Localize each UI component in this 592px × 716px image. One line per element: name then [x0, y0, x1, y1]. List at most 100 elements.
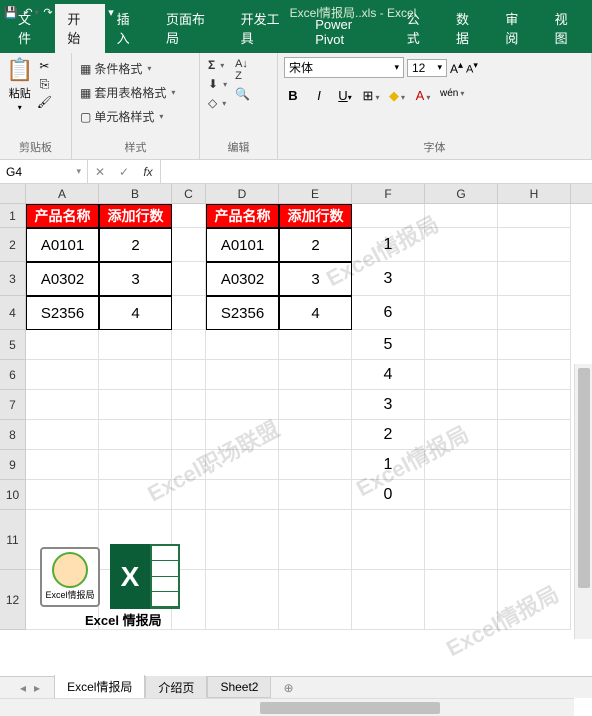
cell[interactable] — [425, 510, 498, 570]
cell[interactable] — [425, 228, 498, 262]
cell[interactable]: S2356 — [26, 296, 99, 330]
cell[interactable] — [498, 204, 571, 228]
cell[interactable]: 4 — [279, 296, 352, 330]
col-header[interactable]: H — [498, 184, 571, 203]
row-header[interactable]: 10 — [0, 480, 25, 510]
horizontal-scrollbar[interactable] — [0, 698, 574, 716]
cell[interactable]: 3 — [352, 390, 425, 420]
row-header[interactable]: 7 — [0, 390, 25, 420]
conditional-format-button[interactable]: ▦条件格式 — [78, 59, 153, 78]
row-header[interactable]: 4 — [0, 296, 25, 330]
cell[interactable] — [26, 360, 99, 390]
cell[interactable] — [279, 390, 352, 420]
cell[interactable] — [26, 420, 99, 450]
cell[interactable] — [498, 570, 571, 630]
cell[interactable]: S2356 — [206, 296, 279, 330]
cell[interactable] — [498, 420, 571, 450]
cell[interactable] — [279, 450, 352, 480]
cell[interactable] — [279, 570, 352, 630]
cell[interactable] — [352, 510, 425, 570]
cell[interactable] — [498, 480, 571, 510]
cell[interactable] — [498, 360, 571, 390]
row-header[interactable]: 6 — [0, 360, 25, 390]
cell[interactable] — [172, 296, 206, 330]
fx-icon[interactable]: fx — [136, 165, 160, 179]
phonetic-button[interactable]: wén — [440, 88, 458, 104]
cell[interactable]: 2 — [279, 228, 352, 262]
sheet-nav-first-icon[interactable]: ◂ — [20, 681, 26, 695]
sheet-tab[interactable]: Sheet2 — [207, 677, 271, 698]
tab-formula[interactable]: 公式 — [395, 4, 444, 53]
col-header[interactable]: C — [172, 184, 206, 203]
cell[interactable]: A0101 — [26, 228, 99, 262]
row-header[interactable]: 8 — [0, 420, 25, 450]
cut-icon[interactable]: ✂ — [37, 59, 51, 73]
cell[interactable]: 产品名称 — [26, 204, 99, 228]
cell[interactable] — [425, 204, 498, 228]
cell[interactable]: 添加行数 — [279, 204, 352, 228]
autosum-button[interactable]: Σ — [206, 57, 229, 73]
cell[interactable] — [425, 360, 498, 390]
sort-filter-button[interactable]: A↓Z — [233, 57, 252, 83]
paste-button[interactable]: 📋 粘贴 ▾ — [6, 57, 33, 112]
copy-icon[interactable]: ⎘ — [37, 77, 51, 91]
cell[interactable] — [498, 330, 571, 360]
cell[interactable] — [172, 480, 206, 510]
bold-button[interactable]: B — [284, 88, 302, 104]
tab-review[interactable]: 审阅 — [493, 4, 542, 53]
cell[interactable] — [99, 330, 172, 360]
cell[interactable] — [99, 420, 172, 450]
enter-icon[interactable]: ✓ — [112, 165, 136, 179]
sheet-tab[interactable]: 介绍页 — [145, 676, 207, 700]
cell[interactable] — [425, 570, 498, 630]
clear-button[interactable]: ◇ — [206, 95, 229, 111]
sheet-tab[interactable]: Excel情报局 — [54, 675, 145, 700]
cell[interactable] — [206, 480, 279, 510]
col-header[interactable]: A — [26, 184, 99, 203]
formula-input[interactable] — [161, 160, 592, 183]
cell[interactable] — [352, 204, 425, 228]
cell[interactable] — [99, 450, 172, 480]
tab-view[interactable]: 视图 — [543, 4, 592, 53]
row-header[interactable]: 11 — [0, 510, 25, 570]
name-box[interactable]: G4▾ — [0, 160, 88, 183]
cell[interactable]: 2 — [352, 420, 425, 450]
font-color-button[interactable]: A — [414, 88, 432, 104]
cell[interactable] — [425, 390, 498, 420]
cell[interactable] — [279, 510, 352, 570]
cell[interactable]: 3 — [279, 262, 352, 296]
cell[interactable] — [172, 420, 206, 450]
cell[interactable] — [425, 262, 498, 296]
font-name-select[interactable]: 宋体▾ — [284, 57, 404, 78]
cell[interactable] — [279, 480, 352, 510]
format-painter-icon[interactable]: 🖌 — [37, 95, 51, 109]
cell[interactable] — [352, 570, 425, 630]
row-header[interactable]: 1 — [0, 204, 25, 228]
cell[interactable] — [26, 390, 99, 420]
tab-home[interactable]: 开始 — [55, 4, 104, 53]
cell[interactable]: 0 — [352, 480, 425, 510]
cell[interactable]: 3 — [99, 262, 172, 296]
cell[interactable] — [99, 390, 172, 420]
cell[interactable] — [99, 480, 172, 510]
cell[interactable] — [498, 450, 571, 480]
cell[interactable] — [498, 262, 571, 296]
cell[interactable] — [279, 330, 352, 360]
cell[interactable]: 5 — [352, 330, 425, 360]
cell[interactable] — [172, 262, 206, 296]
cell[interactable]: 产品名称 — [206, 204, 279, 228]
table-format-button[interactable]: ▦套用表格格式 — [78, 83, 177, 102]
cell[interactable] — [206, 420, 279, 450]
cell[interactable] — [172, 204, 206, 228]
row-header[interactable]: 5 — [0, 330, 25, 360]
tab-file[interactable]: 文件 — [6, 4, 55, 53]
tab-dev[interactable]: 开发工具 — [229, 4, 304, 53]
shrink-font-icon[interactable]: A▾ — [466, 60, 478, 76]
col-header[interactable]: B — [99, 184, 172, 203]
font-size-select[interactable]: 12▾ — [407, 59, 447, 77]
cell[interactable]: 3 — [352, 262, 425, 296]
col-header[interactable]: E — [279, 184, 352, 203]
cell[interactable]: 1 — [352, 450, 425, 480]
cell[interactable] — [425, 330, 498, 360]
col-header[interactable]: D — [206, 184, 279, 203]
